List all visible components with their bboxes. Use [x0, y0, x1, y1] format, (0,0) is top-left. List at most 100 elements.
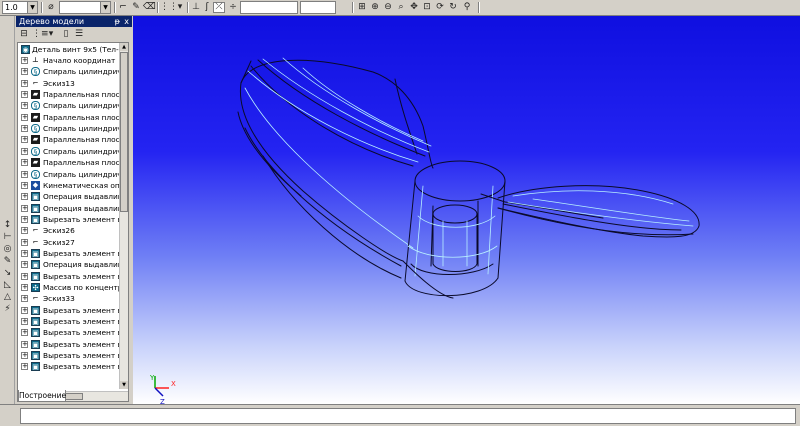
scroll-up-icon[interactable]: ▲: [120, 43, 128, 51]
expand-icon[interactable]: +: [21, 159, 28, 167]
tree-item[interactable]: +§Спираль цилиндрическая: [18, 169, 119, 180]
step-combo[interactable]: [300, 1, 336, 14]
rotate-icon[interactable]: ⟳: [434, 2, 446, 13]
tree-item[interactable]: +▣Вырезать элемент выдавливания: [18, 327, 119, 338]
circle-icon[interactable]: ◎: [2, 244, 13, 255]
tree-item[interactable]: +◆Кинематическая операция: [18, 180, 119, 191]
edit-icon[interactable]: ✎: [2, 256, 13, 267]
expand-icon[interactable]: +: [21, 102, 28, 110]
expand-icon[interactable]: +: [21, 249, 28, 257]
expand-icon[interactable]: +: [21, 147, 28, 155]
tree-item[interactable]: + ⌐ Эскиз27: [18, 237, 119, 248]
expand-icon[interactable]: +: [21, 113, 28, 121]
scale-combo[interactable]: 1.0 ▼: [2, 1, 38, 14]
tree-item[interactable]: +▣Вырезать элемент выдавливания: [18, 339, 119, 350]
tree-vertical-scrollbar[interactable]: ▲ ▼: [119, 43, 128, 389]
expand-icon[interactable]: +: [21, 181, 28, 189]
tree-properties-icon[interactable]: ▯: [60, 29, 72, 40]
tree-item[interactable]: +§Спираль цилиндрическая: [18, 146, 119, 157]
dimensions-icon[interactable]: ⊢: [2, 232, 13, 243]
expand-icon[interactable]: +: [21, 329, 28, 337]
expand-icon[interactable]: +: [21, 215, 28, 223]
expand-icon[interactable]: +: [21, 227, 28, 235]
expand-icon[interactable]: +: [21, 204, 28, 212]
tree-item[interactable]: + ⌐ Эскиз33: [18, 293, 119, 304]
tree-filter-icon[interactable]: ⋮≡: [32, 29, 49, 40]
tree-item[interactable]: +§Спираль цилиндрическая: [18, 123, 119, 134]
pin-icon[interactable]: ᵽ: [115, 16, 120, 27]
viewport-3d[interactable]: Y X Z: [133, 16, 800, 406]
tree-item[interactable]: +▣Вырезать элемент выдавливания: [18, 316, 119, 327]
expand-icon[interactable]: +: [21, 136, 28, 144]
expand-icon[interactable]: +: [21, 261, 28, 269]
ortho-icon[interactable]: ʃ: [201, 2, 213, 13]
expand-icon[interactable]: +: [21, 91, 28, 99]
expand-icon[interactable]: +: [21, 125, 28, 133]
tree-item[interactable]: +▣Вырезать элемент выдавливания: [18, 248, 119, 259]
tab-construction[interactable]: Построение: [18, 390, 66, 402]
eraser-icon[interactable]: ⌫: [143, 2, 156, 13]
tree-item[interactable]: +▰Параллельная плоскость: [18, 89, 119, 100]
select-icon[interactable]: ⌐: [117, 2, 129, 13]
tree-item[interactable]: +▣Вырезать элемент выдавливания: [18, 361, 119, 372]
tree-item[interactable]: +▣Операция выдавливания: [18, 203, 119, 214]
tree-item[interactable]: + ⌐ Эскиз26: [18, 225, 119, 236]
pen-icon[interactable]: ✎: [130, 2, 142, 13]
tree-item[interactable]: +✣Массив по концентрической сетке: [18, 282, 119, 293]
grid-icon[interactable]: ⋮⋮: [160, 2, 178, 13]
command-line[interactable]: [20, 408, 796, 424]
expand-icon[interactable]: +: [21, 68, 28, 76]
measure-icon[interactable]: ◺: [2, 280, 13, 291]
show-all-icon[interactable]: ⊡: [421, 2, 433, 13]
expand-icon[interactable]: +: [21, 306, 28, 314]
tree-root[interactable]: ◉ Деталь винт 9х5 (Тел-1): [18, 44, 119, 55]
zoom-out-icon[interactable]: ⊖: [382, 2, 394, 13]
chevron-down-icon[interactable]: ▼: [27, 2, 37, 13]
zoom-icon[interactable]: ⌕: [395, 2, 407, 13]
pan-icon[interactable]: ✥: [408, 2, 420, 13]
scroll-thumb[interactable]: [120, 52, 128, 212]
dropdown-icon[interactable]: ▾: [174, 2, 186, 13]
expand-icon[interactable]: +: [21, 352, 28, 360]
triangle-icon[interactable]: △: [2, 292, 13, 303]
tree-item[interactable]: +▰Параллельная плоскость: [18, 157, 119, 168]
tree-item[interactable]: +§Спираль цилиндрическая: [18, 100, 119, 111]
expand-icon[interactable]: +: [21, 295, 28, 303]
expand-icon[interactable]: +: [21, 193, 28, 201]
expand-icon[interactable]: +: [21, 363, 28, 371]
expand-icon[interactable]: +: [21, 79, 28, 87]
geometry-icon[interactable]: ↕: [2, 220, 13, 231]
tree-item[interactable]: +▣Операция выдавливания: [18, 191, 119, 202]
tree-item[interactable]: +▣Вырезать элемент выдавливания: [18, 271, 119, 282]
tree-list-icon[interactable]: ☰: [73, 29, 85, 40]
search-icon[interactable]: ⚲: [461, 2, 473, 13]
expand-icon[interactable]: +: [21, 340, 28, 348]
zoom-in-icon[interactable]: ⊕: [369, 2, 381, 13]
tree-item[interactable]: +▰Параллельная плоскость: [18, 112, 119, 123]
chevron-down-icon[interactable]: ▾: [45, 29, 57, 40]
model-tree[interactable]: ◉ Деталь винт 9х5 (Тел-1) + ⊥ Начало коорд…: [17, 42, 129, 402]
bolt-icon[interactable]: ⚡: [2, 304, 13, 315]
tree-item[interactable]: +▣Операция выдавливания: [18, 259, 119, 270]
close-icon[interactable]: x: [124, 16, 129, 27]
expand-icon[interactable]: +: [21, 170, 28, 178]
expand-icon[interactable]: +: [21, 272, 28, 280]
expand-icon[interactable]: +: [21, 238, 28, 246]
refresh-icon[interactable]: ↻: [447, 2, 459, 13]
line-style-combo[interactable]: ▼: [59, 1, 111, 14]
tree-item[interactable]: +▰Параллельная плоскость: [18, 134, 119, 145]
chevron-down-icon[interactable]: ▼: [100, 2, 110, 13]
expand-icon[interactable]: +: [21, 318, 28, 326]
line-style-icon[interactable]: ⌀: [45, 2, 57, 13]
params-icon[interactable]: ÷: [227, 2, 239, 13]
expand-icon[interactable]: +: [21, 284, 28, 291]
snap-icon[interactable]: ⤫: [213, 2, 225, 13]
tree-view-icon[interactable]: ⊟: [18, 29, 30, 40]
tree-item[interactable]: +▣Вырезать элемент выдавливания: [18, 350, 119, 361]
tree-item[interactable]: +▣Вырезать элемент выдавливания: [18, 214, 119, 225]
tree-item[interactable]: +▣Вырезать элемент выдавливания: [18, 305, 119, 316]
tree-item[interactable]: +§Спираль цилиндрическая: [18, 66, 119, 77]
scroll-down-icon[interactable]: ▼: [120, 381, 128, 389]
tree-item[interactable]: + ⌐ Эскиз13: [18, 78, 119, 89]
arrow-icon[interactable]: ↘: [2, 268, 13, 279]
